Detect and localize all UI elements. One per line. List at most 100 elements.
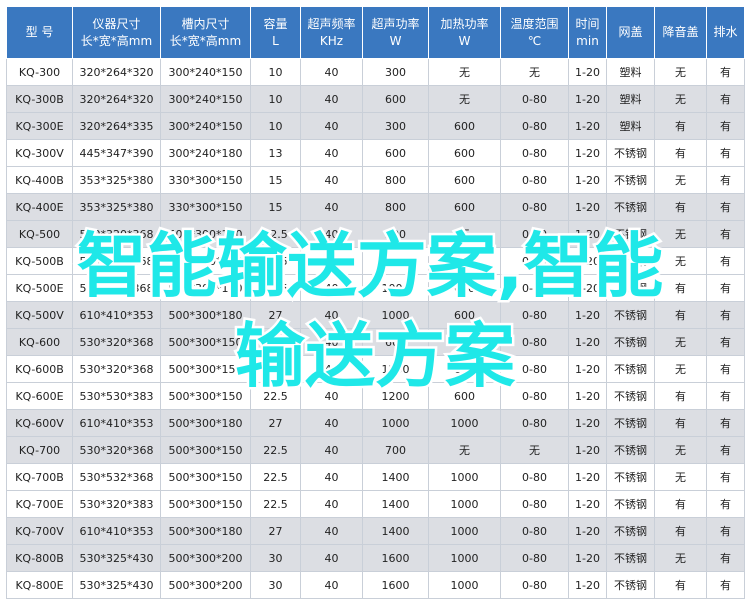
- cell-time: 1-20: [568, 274, 607, 302]
- cell-temperature-range: 0-80: [500, 247, 569, 275]
- cell-temperature-range: 0-80: [500, 382, 569, 410]
- cell-capacity: 10: [250, 58, 301, 86]
- cell-tank-size: 300*240*150: [160, 112, 251, 140]
- cell-model: KQ-500B: [6, 247, 73, 275]
- cell-model: KQ-300B: [6, 85, 73, 113]
- cell-mesh-cover: 不锈钢: [606, 328, 655, 356]
- cell-frequency: 40: [300, 517, 363, 545]
- cell-tank-size: 500*300*200: [160, 571, 251, 599]
- cell-noise-cover: 无: [654, 436, 707, 464]
- cell-ultrasonic-power: 1600: [362, 571, 429, 599]
- cell-frequency: 40: [300, 301, 363, 329]
- cell-model: KQ-700B: [6, 463, 73, 491]
- table-row: KQ-500B 530*320*368 500*300*150 22.5 40 1000 6…: [6, 247, 745, 275]
- cell-mesh-cover: 不锈钢: [606, 463, 655, 491]
- cell-mesh-cover: 不锈钢: [606, 274, 655, 302]
- cell-capacity: 27: [250, 517, 301, 545]
- cell-capacity: 30: [250, 544, 301, 572]
- cell-model: KQ-700V: [6, 517, 73, 545]
- cell-tank-size: 500*300*150: [160, 436, 251, 464]
- cell-mesh-cover: 塑料: [606, 58, 655, 86]
- cell-device-size: 610*410*353: [72, 517, 161, 545]
- cell-frequency: 40: [300, 166, 363, 194]
- cell-temperature-range: 0-80: [500, 193, 569, 221]
- cell-mesh-cover: 不锈钢: [606, 382, 655, 410]
- cell-tank-size: 500*300*150: [160, 355, 251, 383]
- cell-tank-size: 300*240*150: [160, 85, 251, 113]
- spec-table-container: 型 号 仪器尺寸 长*宽*高mm 槽内尺寸 长*宽*高mm 容量 L 超声频率 KHz …: [6, 6, 745, 599]
- cell-mesh-cover: 不锈钢: [606, 139, 655, 167]
- cell-time: 1-20: [568, 409, 607, 437]
- cell-device-size: 530*532*368: [72, 463, 161, 491]
- table-row: KQ-600B 530*320*368 500*300*150 22.5 40 1200 6…: [6, 355, 745, 383]
- cell-mesh-cover: 不锈钢: [606, 301, 655, 329]
- table-row: KQ-500V 610*410*353 500*300*180 27 40 1000 600…: [6, 301, 745, 329]
- cell-temperature-range: 0-80: [500, 139, 569, 167]
- cell-mesh-cover: 不锈钢: [606, 193, 655, 221]
- table-row: KQ-500E 530*320*368 500*300*150 22.5 40 1000 6…: [6, 274, 745, 302]
- cell-model: KQ-500E: [6, 274, 73, 302]
- cell-time: 1-20: [568, 463, 607, 491]
- cell-noise-cover: 无: [654, 58, 707, 86]
- cell-heating-power: 600: [428, 274, 501, 302]
- table-body: KQ-300 320*264*320 300*240*150 10 40 300 无无 1-2…: [6, 58, 745, 599]
- cell-device-size: 530*325*430: [72, 544, 161, 572]
- cell-heating-power: 1000: [428, 544, 501, 572]
- cell-ultrasonic-power: 1400: [362, 490, 429, 518]
- cell-noise-cover: 有: [654, 571, 707, 599]
- cell-temperature-range: 0-80: [500, 463, 569, 491]
- header-ultrasonic-frequency: 超声频率 KHz: [300, 6, 363, 59]
- header-noise-cover: 降音盖: [654, 6, 707, 59]
- cell-ultrasonic-power: 300: [362, 112, 429, 140]
- cell-frequency: 40: [300, 436, 363, 464]
- cell-tank-size: 500*300*150: [160, 490, 251, 518]
- cell-ultrasonic-power: 1000: [362, 274, 429, 302]
- cell-capacity: 27: [250, 409, 301, 437]
- cell-time: 1-20: [568, 139, 607, 167]
- cell-tank-size: 500*300*150: [160, 382, 251, 410]
- cell-capacity: 10: [250, 85, 301, 113]
- cell-heating-power: 600: [428, 382, 501, 410]
- header-heating-power: 加热功率 W: [428, 6, 501, 59]
- cell-drain: 有: [706, 85, 745, 113]
- cell-tank-size: 500*300*180: [160, 409, 251, 437]
- cell-time: 1-20: [568, 382, 607, 410]
- cell-model: KQ-700E: [6, 490, 73, 518]
- header-drain: 排水: [706, 6, 745, 59]
- cell-temperature-range: 0-80: [500, 544, 569, 572]
- cell-mesh-cover: 不锈钢: [606, 490, 655, 518]
- table-row: KQ-400E 353*325*380 330*300*150 15 40 800 600 0…: [6, 193, 745, 221]
- cell-device-size: 530*320*368: [72, 274, 161, 302]
- cell-heating-power: 1000: [428, 571, 501, 599]
- cell-heating-power: 600: [428, 247, 501, 275]
- cell-tank-size: 500*300*150: [160, 328, 251, 356]
- cell-device-size: 530*320*368: [72, 436, 161, 464]
- cell-noise-cover: 有: [654, 193, 707, 221]
- cell-drain: 有: [706, 463, 745, 491]
- cell-mesh-cover: 不锈钢: [606, 544, 655, 572]
- cell-device-size: 610*410*353: [72, 409, 161, 437]
- cell-drain: 有: [706, 355, 745, 383]
- cell-temperature-range: 0-80: [500, 112, 569, 140]
- cell-device-size: 530*320*368: [72, 220, 161, 248]
- cell-mesh-cover: 不锈钢: [606, 247, 655, 275]
- cell-device-size: 610*410*353: [72, 301, 161, 329]
- cell-noise-cover: 有: [654, 274, 707, 302]
- cell-ultrasonic-power: 1000: [362, 301, 429, 329]
- cell-frequency: 40: [300, 409, 363, 437]
- table-row: KQ-700V 610*410*353 500*300*180 27 40 1400 100…: [6, 517, 745, 545]
- cell-drain: 有: [706, 517, 745, 545]
- cell-temperature-range: 0-80: [500, 355, 569, 383]
- cell-frequency: 40: [300, 463, 363, 491]
- cell-temperature-range: 0-80: [500, 490, 569, 518]
- table-row: KQ-300E 320*264*335 300*240*150 10 40 300 600 0…: [6, 112, 745, 140]
- cell-tank-size: 500*300*150: [160, 247, 251, 275]
- cell-heating-power: 600: [428, 355, 501, 383]
- cell-tank-size: 300*240*150: [160, 58, 251, 86]
- cell-time: 1-20: [568, 571, 607, 599]
- cell-heating-power: 600: [428, 112, 501, 140]
- cell-heating-power: 600: [428, 301, 501, 329]
- cell-ultrasonic-power: 600: [362, 328, 429, 356]
- cell-tank-size: 500*300*150: [160, 463, 251, 491]
- cell-ultrasonic-power: 1000: [362, 247, 429, 275]
